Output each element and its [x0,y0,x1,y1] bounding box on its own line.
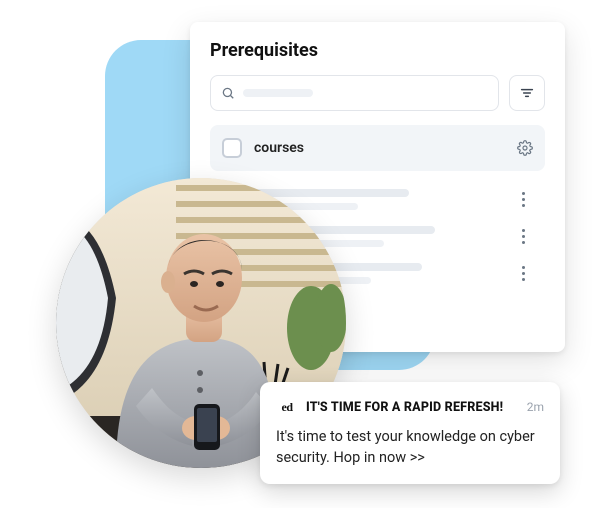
filter-icon [519,85,535,101]
search-input[interactable] [210,75,499,111]
notification-card[interactable]: ed IT'S TIME FOR A RAPID REFRESH! 2m It'… [260,382,560,484]
item-menu-button[interactable] [513,229,533,244]
item-menu-button[interactable] [513,266,533,281]
notification-app-badge: ed [276,396,298,418]
gear-icon [517,140,533,156]
notification-time: 2m [527,400,544,414]
search-row [210,75,545,111]
notification-title: IT'S TIME FOR A RAPID REFRESH! [306,400,519,415]
search-placeholder-ghost [243,89,313,97]
group-settings-button[interactable] [517,140,533,156]
panel-title: Prerequisites [210,40,545,61]
kebab-icon [522,229,525,232]
kebab-icon [522,192,525,195]
group-label: courses [254,140,304,156]
item-menu-button[interactable] [513,192,533,207]
notification-body: It's time to test your knowledge on cybe… [276,426,544,468]
item-content-placeholder [254,189,513,210]
filter-button[interactable] [509,75,545,111]
notification-header: ed IT'S TIME FOR A RAPID REFRESH! 2m [276,396,544,418]
course-group-row[interactable]: courses [210,125,545,171]
kebab-icon [522,266,525,269]
search-icon [221,86,235,100]
group-checkbox[interactable] [222,138,242,158]
